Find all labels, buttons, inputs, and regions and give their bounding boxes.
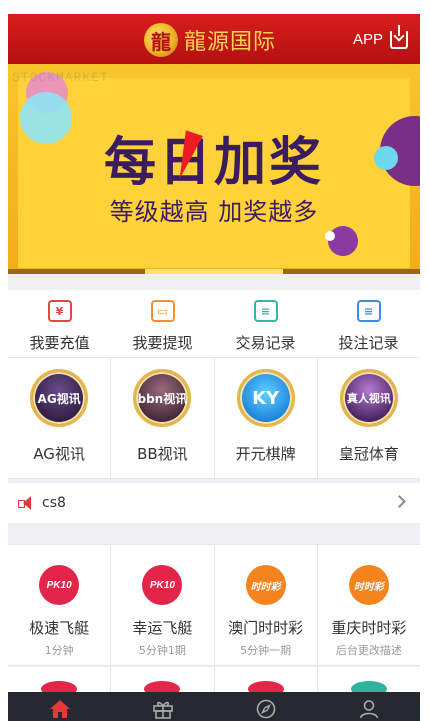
wallet-icon: ▭ [150, 300, 175, 322]
app-download-button[interactable]: APP [352, 25, 408, 49]
tab-profile[interactable] [317, 692, 420, 721]
game-badge: KY [252, 387, 280, 409]
game-label: 开元棋牌 [235, 445, 296, 463]
quick-actions: ¥ 我要充值 ▭ 我要提现 ≡ 交易记录 ≡ 投注记录 [8, 290, 420, 358]
quick-action-label: 交易记录 [235, 334, 296, 352]
home-icon [49, 700, 70, 718]
live-games-grid: AG视讯 AG视讯 bbn视讯 BB视讯 KY 开元棋牌 真人视讯 皇冠体育 [8, 358, 420, 479]
lottery-desc: 1分钟 [44, 644, 74, 657]
carousel-dot[interactable] [282, 269, 420, 274]
bb-live-icon: bbn视讯 [133, 369, 192, 427]
banner-subtitle: 等级越高 加奖越多 [109, 198, 319, 226]
decor-ball-purple-bottom [328, 226, 358, 256]
ssc-icon: 时时彩 [245, 565, 286, 605]
app-screen: 龍 龍源国际 APP STOCKMARKET 每日加奖 等级越高 加奖越多 ¥ … [8, 14, 420, 721]
banner-watermark: STOCKMARKET [12, 70, 109, 85]
bottom-tab-bar [8, 692, 420, 721]
banner-title: 每日加奖 [103, 133, 324, 193]
crown-sports-icon: 真人视讯 [339, 369, 398, 427]
tab-promotions[interactable] [111, 692, 214, 721]
dragon-logo-icon: 龍 [144, 23, 178, 57]
lottery-desc: 5分钟1期 [138, 644, 186, 657]
transaction-record-icon: ≡ [253, 300, 278, 322]
lottery-tile[interactable]: PK10 幸运飞艇 5分钟1期 [111, 545, 215, 665]
lottery-tile[interactable]: PK10 极速飞艇 1分钟 [8, 545, 112, 665]
game-label: AG视讯 [33, 445, 85, 463]
lottery-name: 极速飞艇 [29, 619, 90, 637]
lottery-name: 幸运飞艇 [132, 619, 193, 637]
lottery-grid: PK10 极速飞艇 1分钟 PK10 幸运飞艇 5分钟1期 时时彩 澳门时时彩 … [8, 544, 420, 666]
carousel-indicator[interactable] [8, 269, 420, 274]
lottery-tile[interactable]: 时时彩 澳门时时彩 5分钟一期 [215, 545, 318, 665]
game-tile-bb[interactable]: bbn视讯 BB视讯 [111, 358, 215, 478]
quick-action-label: 投注记录 [338, 334, 399, 352]
notice-bar[interactable]: cs8 [8, 483, 420, 523]
tab-home[interactable] [8, 692, 111, 721]
quick-action-label: 我要提现 [132, 334, 193, 352]
lottery-desc: 后台更改描述 [335, 644, 402, 657]
quick-action-label: 我要充值 [29, 334, 90, 352]
chevron-right-icon [393, 495, 406, 508]
download-icon [390, 25, 408, 49]
lottery-name: 澳门时时彩 [228, 619, 304, 637]
ky-chess-icon: KY [236, 369, 295, 427]
lottery-badge: 时时彩 [250, 581, 281, 593]
game-tile-ag[interactable]: AG视讯 AG视讯 [8, 358, 112, 478]
brand-name: 龍源国际 [184, 30, 277, 55]
ag-live-icon: AG视讯 [30, 369, 89, 427]
withdraw-button[interactable]: ▭ 我要提现 [111, 290, 214, 357]
logo-mark-glyph: 龍 [151, 29, 171, 54]
lottery-badge: PK10 [149, 579, 175, 591]
gift-icon [152, 701, 173, 719]
decor-ball-white [325, 231, 335, 241]
recharge-icon: ¥ [47, 300, 72, 322]
user-icon [359, 700, 378, 719]
lottery-badge: PK10 [46, 579, 72, 591]
lottery-name: 重庆时时彩 [331, 619, 407, 637]
lottery-desc: 5分钟一期 [240, 644, 292, 657]
betting-record-button[interactable]: ≡ 投注记录 [317, 290, 420, 357]
notice-text: cs8 [42, 495, 66, 511]
pk10-icon: PK10 [39, 565, 80, 605]
ssc-icon: 时时彩 [348, 565, 389, 605]
app-download-label: APP [352, 30, 383, 48]
pk10-icon: PK10 [142, 565, 183, 605]
compass-icon [256, 699, 275, 719]
carousel-dot[interactable] [8, 269, 146, 274]
game-label: BB视讯 [137, 445, 188, 463]
game-tile-ky[interactable]: KY 开元棋牌 [215, 358, 318, 478]
speaker-icon [18, 496, 34, 510]
top-header: 龍 龍源国际 APP [8, 14, 420, 64]
game-label: 皇冠体育 [338, 445, 399, 463]
game-badge: bbn视讯 [137, 391, 188, 406]
lottery-badge: 时时彩 [353, 581, 384, 593]
game-badge: 真人视讯 [346, 392, 391, 405]
promo-banner[interactable]: STOCKMARKET 每日加奖 等级越高 加奖越多 [8, 64, 420, 274]
game-badge: AG视讯 [37, 391, 81, 406]
carousel-dot-active[interactable] [145, 269, 283, 274]
betting-record-icon: ≡ [356, 300, 381, 322]
tab-discover[interactable] [214, 692, 317, 721]
transaction-record-button[interactable]: ≡ 交易记录 [214, 290, 317, 357]
recharge-button[interactable]: ¥ 我要充值 [8, 290, 111, 357]
game-tile-crown[interactable]: 真人视讯 皇冠体育 [318, 358, 420, 478]
brand-logo[interactable]: 龍 龍源国际 [144, 22, 276, 58]
lottery-tile[interactable]: 时时彩 重庆时时彩 后台更改描述 [318, 545, 420, 665]
